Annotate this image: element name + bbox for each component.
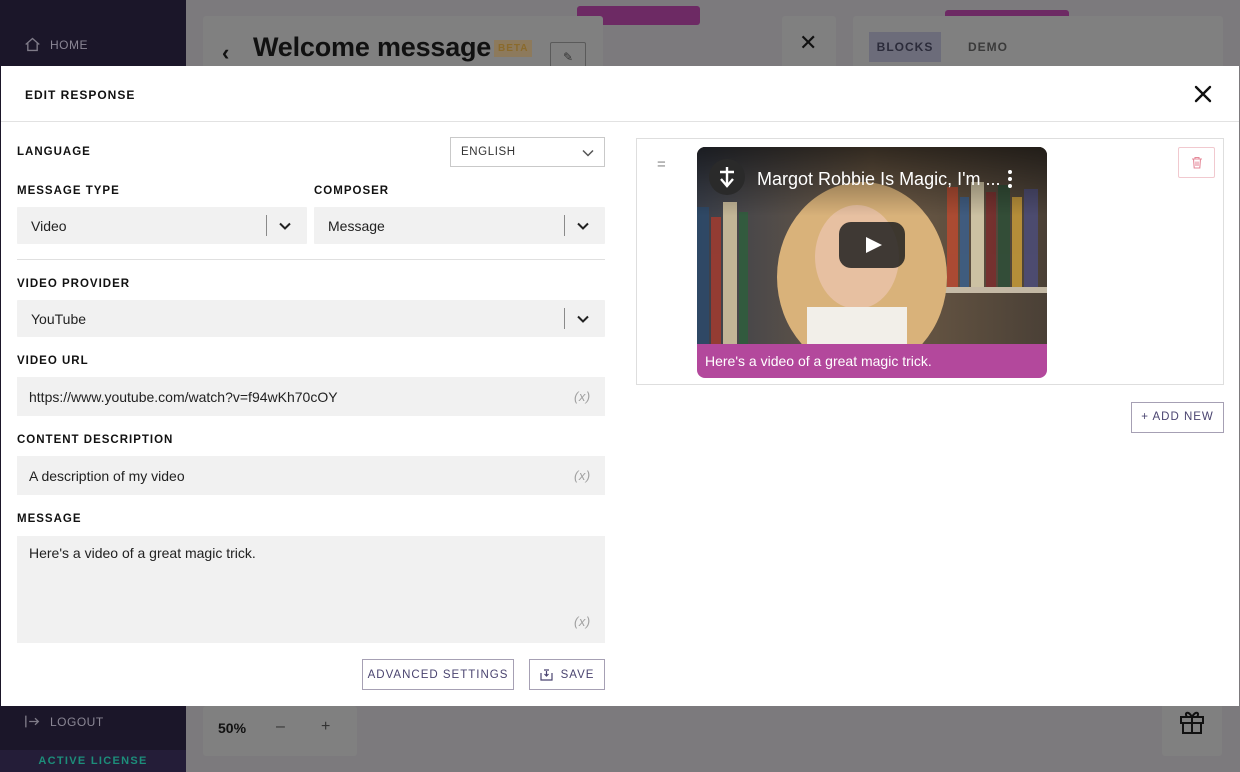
- trash-icon: [1192, 156, 1202, 169]
- logout-icon: [25, 715, 40, 728]
- save-button[interactable]: SAVE: [529, 659, 605, 690]
- advanced-settings-button[interactable]: ADVANCED SETTINGS: [362, 659, 514, 690]
- zoom-in-button[interactable]: +: [321, 718, 330, 736]
- add-new-button[interactable]: + ADD NEW: [1131, 402, 1224, 433]
- back-chevron-icon[interactable]: ‹: [222, 40, 229, 66]
- modal-title: EDIT RESPONSE: [25, 88, 136, 102]
- drag-handle-icon[interactable]: =: [657, 156, 666, 173]
- video-title: Margot Robbie Is Magic, I'm ...: [757, 169, 1001, 189]
- home-icon: [25, 37, 40, 52]
- edit-response-modal: EDIT RESPONSE LANGUAGE ENGLISH MESSAGE T…: [1, 66, 1239, 706]
- divider: [17, 259, 605, 260]
- license-status: ACTIVE LICENSE: [0, 750, 186, 772]
- video-player[interactable]: Margot Robbie Is Magic, I'm ...: [697, 147, 1047, 344]
- language-value: ENGLISH: [461, 146, 516, 158]
- message-label: MESSAGE: [17, 513, 82, 525]
- video-provider-value: YouTube: [31, 311, 87, 327]
- content-description-value: A description of my video: [29, 468, 185, 484]
- sidebar-item-home[interactable]: HOME: [24, 36, 88, 53]
- sidebar-item-label: HOME: [50, 37, 88, 52]
- tab-demo[interactable]: DEMO: [968, 40, 1008, 54]
- edit-icon: ✎: [562, 50, 574, 64]
- close-icon[interactable]: [1191, 82, 1215, 106]
- sidebar-item-logout[interactable]: LOGOUT: [24, 714, 104, 729]
- more-options-icon[interactable]: [1007, 169, 1013, 189]
- insert-variable-button[interactable]: (x): [574, 468, 591, 483]
- composer-label: COMPOSER: [314, 185, 390, 197]
- language-select[interactable]: ENGLISH: [450, 137, 605, 167]
- chevron-down-icon: [577, 315, 589, 323]
- composer-value: Message: [328, 218, 385, 234]
- video-provider-label: VIDEO PROVIDER: [17, 278, 131, 290]
- message-type-select[interactable]: Video: [17, 207, 307, 244]
- chevron-down-icon: [577, 222, 589, 230]
- video-url-label: VIDEO URL: [17, 355, 89, 367]
- select-separator: [564, 308, 565, 329]
- response-preview-card: = Margot Robbie Is Magic, I'm ... Here's…: [636, 138, 1224, 385]
- content-description-input[interactable]: A description of my video (x): [17, 456, 605, 495]
- play-icon[interactable]: [839, 222, 905, 268]
- video-provider-select[interactable]: YouTube: [17, 300, 605, 337]
- video-caption: Here's a video of a great magic trick.: [697, 344, 1047, 378]
- message-value: Here's a video of a great magic trick.: [29, 545, 256, 561]
- gift-icon[interactable]: [1177, 706, 1207, 736]
- channel-avatar-icon: [709, 159, 745, 195]
- message-type-value: Video: [31, 218, 67, 234]
- save-label: SAVE: [560, 668, 595, 681]
- sidebar-item-label: LOGOUT: [50, 714, 104, 729]
- message-textarea[interactable]: Here's a video of a great magic trick. (…: [17, 536, 605, 643]
- close-icon[interactable]: ✕: [799, 30, 817, 56]
- video-url-input[interactable]: https://www.youtube.com/watch?v=f94wKh70…: [17, 377, 605, 416]
- video-url-value: https://www.youtube.com/watch?v=f94wKh70…: [29, 389, 338, 405]
- chevron-down-icon: [582, 149, 594, 157]
- insert-variable-button[interactable]: (x): [574, 389, 591, 404]
- modal-header: EDIT RESPONSE: [1, 66, 1239, 122]
- zoom-out-button[interactable]: –: [276, 718, 285, 736]
- zoom-level: 50%: [218, 720, 247, 736]
- language-label: LANGUAGE: [17, 146, 91, 158]
- select-separator: [266, 215, 267, 236]
- advanced-settings-label: ADVANCED SETTINGS: [367, 668, 509, 681]
- delete-button[interactable]: [1178, 147, 1215, 178]
- message-type-label: MESSAGE TYPE: [17, 185, 120, 197]
- beta-badge: BETA: [494, 40, 533, 57]
- chevron-down-icon: [279, 222, 291, 230]
- insert-variable-button[interactable]: (x): [574, 614, 591, 629]
- content-description-label: CONTENT DESCRIPTION: [17, 434, 174, 446]
- select-separator: [564, 215, 565, 236]
- tab-blocks[interactable]: BLOCKS: [869, 32, 941, 62]
- page-title: Welcome message: [253, 32, 492, 62]
- composer-select[interactable]: Message: [314, 207, 605, 244]
- save-icon: [539, 668, 553, 681]
